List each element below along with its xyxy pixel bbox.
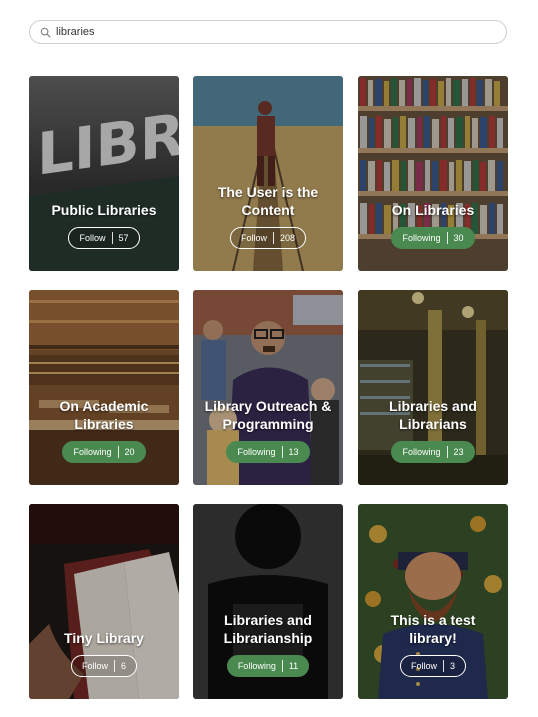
card-title: On Libraries: [391, 202, 475, 218]
collection-card-libraries-librarians[interactable]: Libraries and Librarians Following 23: [358, 290, 508, 485]
follow-button[interactable]: Follow 6: [70, 655, 138, 677]
search-input[interactable]: [56, 26, 476, 38]
follower-count: 11: [288, 661, 299, 671]
collections-grid: LIBRAR Public Libraries Follow 57 The Us…: [29, 76, 508, 699]
card-title: Tiny Library: [64, 630, 144, 646]
card-title: The User is the Content: [217, 184, 319, 218]
collection-card-on-libraries[interactable]: On Libraries Following 30: [358, 76, 508, 271]
card-title: Library Outreach & Programming: [204, 398, 332, 432]
card-title: On Academic Libraries: [59, 398, 149, 432]
card-title: Public Libraries: [51, 202, 157, 218]
following-button[interactable]: Following 23: [391, 441, 475, 463]
card-title: This is a test library!: [390, 612, 476, 646]
search-icon: [38, 25, 52, 39]
following-button[interactable]: Following 20: [62, 441, 146, 463]
search-bar[interactable]: [29, 20, 507, 44]
collection-card-user-is-content[interactable]: The User is the Content Follow 208: [193, 76, 343, 271]
following-button[interactable]: Following 11: [226, 655, 310, 677]
follower-count: 23: [453, 447, 464, 457]
follow-button[interactable]: Follow 3: [399, 655, 467, 677]
card-title: Libraries and Librarianship: [223, 612, 313, 646]
follower-count: 30: [453, 233, 464, 243]
follower-count: 13: [288, 447, 299, 457]
collection-card-public-libraries[interactable]: LIBRAR Public Libraries Follow 57: [29, 76, 179, 271]
follower-count: 20: [124, 447, 135, 457]
card-title: Libraries and Librarians: [389, 398, 477, 432]
collection-card-test-library[interactable]: This is a test library! Follow 3: [358, 504, 508, 699]
following-button[interactable]: Following 30: [391, 227, 475, 249]
follow-button[interactable]: Follow 57: [68, 227, 140, 249]
follow-button[interactable]: Follow 208: [229, 227, 307, 249]
follower-count: 3: [450, 661, 456, 671]
collection-card-tiny-library[interactable]: Tiny Library Follow 6: [29, 504, 179, 699]
collection-card-academic-libraries[interactable]: On Academic Libraries Following 20: [29, 290, 179, 485]
follower-count: 208: [279, 233, 296, 243]
collection-card-outreach-programming[interactable]: Library Outreach & Programming Following…: [193, 290, 343, 485]
follower-count: 57: [118, 233, 129, 243]
follower-count: 6: [121, 661, 127, 671]
collection-card-librarianship[interactable]: Libraries and Librarianship Following 11: [193, 504, 343, 699]
following-button[interactable]: Following 13: [226, 441, 310, 463]
